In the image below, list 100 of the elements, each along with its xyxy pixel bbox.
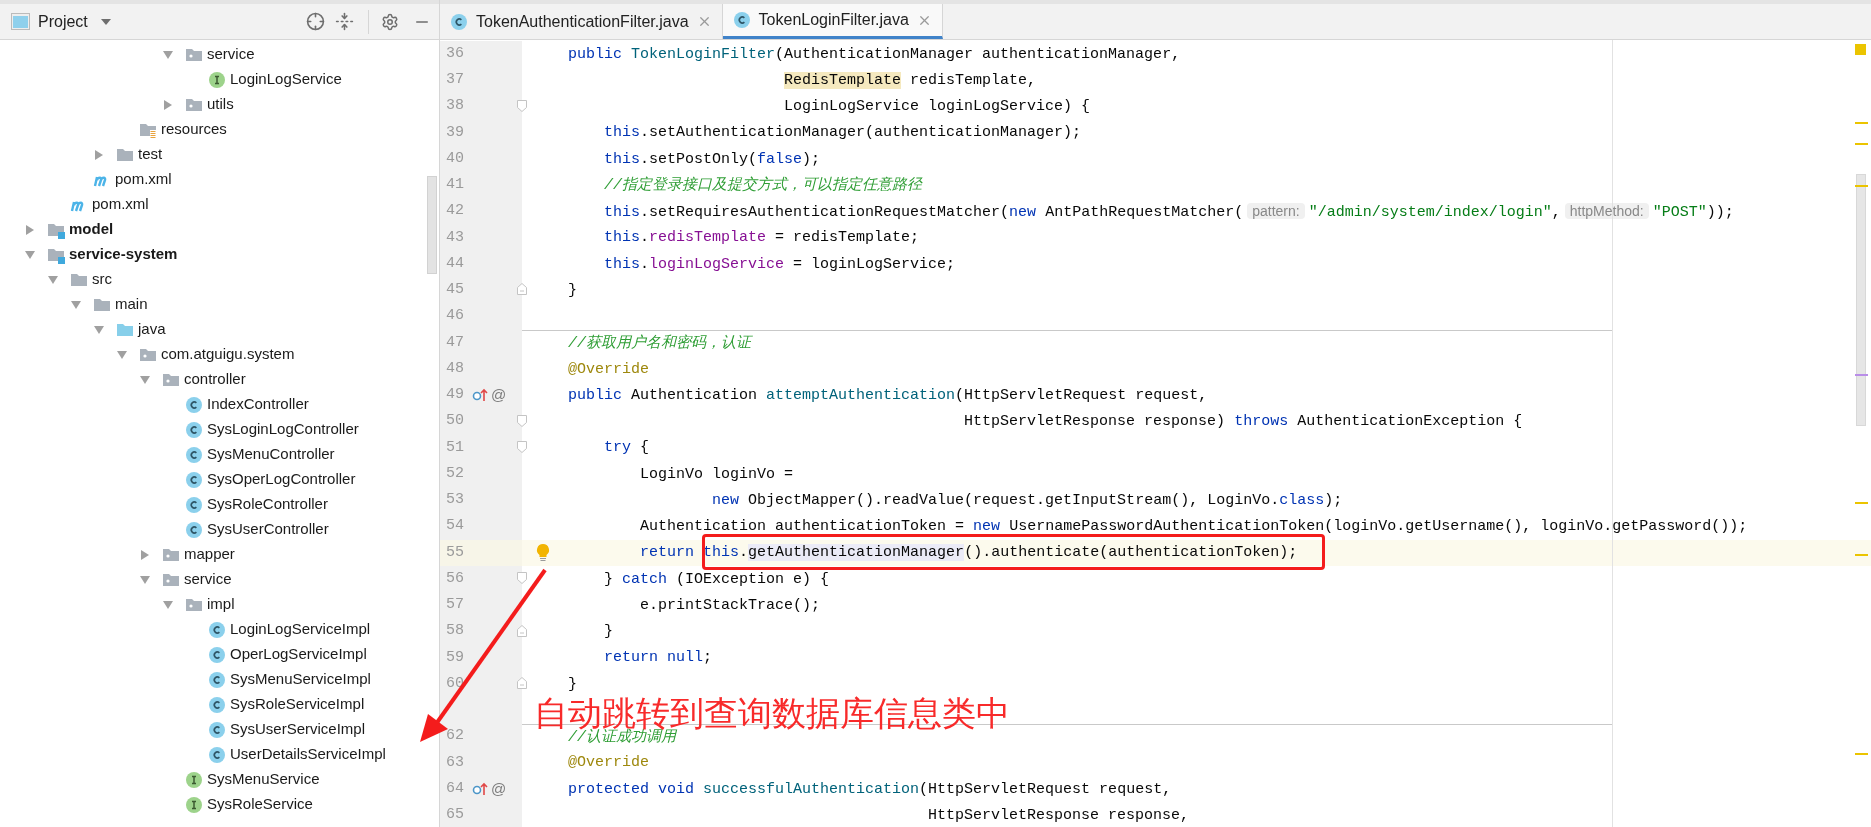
code-line: try {: [603, 440, 650, 456]
line-number: 65: [446, 805, 464, 826]
tree-item-label[interactable]: pom.xml: [92, 193, 149, 216]
line-number: 58: [446, 621, 464, 642]
tree-item-label[interactable]: LoginLogServiceImpl: [230, 618, 371, 641]
code-line: this.redisTemplate = redisTemplate;: [603, 230, 920, 246]
tree-item-label[interactable]: LoginLogService: [230, 68, 342, 91]
tree-item-label[interactable]: OperLogServiceImpl: [230, 643, 367, 666]
fold-marker-icon[interactable]: [517, 414, 527, 427]
line-number: 38: [446, 96, 464, 117]
tree-item-label[interactable]: test: [138, 143, 163, 166]
expanded-arrow-icon[interactable]: [70, 298, 82, 311]
code-line: HttpServletResponse response,: [927, 807, 1190, 823]
locate-icon[interactable]: [306, 12, 325, 31]
tree-item-label[interactable]: java: [138, 318, 166, 341]
fold-marker-icon[interactable]: [517, 572, 527, 584]
expanded-arrow-icon[interactable]: [139, 373, 151, 386]
line-number: 46: [446, 306, 464, 327]
line-number: 37: [446, 70, 464, 91]
collapsed-arrow-icon[interactable]: [93, 148, 105, 161]
expanded-arrow-icon[interactable]: [116, 348, 128, 361]
collapsed-arrow-icon[interactable]: [139, 548, 151, 561]
fold-marker-icon[interactable]: [517, 440, 527, 453]
line-number: 54: [446, 516, 464, 537]
expanded-arrow-icon[interactable]: [24, 248, 36, 261]
code-line: Authentication authenticationToken = new UsernamePasswordAuthenticationToken(loginVo.getUsername(), loginVo.getPassword());: [639, 519, 1748, 535]
fold-marker-icon[interactable]: [517, 99, 527, 112]
annotation-text: 自动跳转到查询数据库信息类中: [534, 696, 1010, 730]
line-number: 43: [446, 227, 464, 248]
line-number: 51: [446, 437, 464, 458]
tree-item-label[interactable]: src: [92, 268, 112, 291]
code-line: LoginVo loginVo =: [639, 466, 794, 482]
fold-marker-icon[interactable]: [517, 677, 527, 689]
tree-item-label[interactable]: impl: [207, 593, 235, 616]
class-icon: [185, 445, 203, 464]
annotation-marker[interactable]: @: [491, 777, 507, 801]
tree-item-label[interactable]: utils: [207, 93, 234, 116]
line-number: 48: [446, 358, 464, 379]
class-icon: [732, 11, 751, 29]
parameter-hint: httpMethod:: [1564, 202, 1649, 219]
code-line: new ObjectMapper().readValue(request.getInputStream(), LoginVo.class);: [711, 492, 1343, 508]
class-icon: [450, 12, 468, 31]
tree-item-label[interactable]: SysLoginLogController: [207, 418, 359, 441]
window-icon: [11, 13, 30, 30]
class-icon: [185, 470, 203, 489]
editor-tab[interactable]: TokenLoginFilter.java: [722, 4, 943, 39]
fold-marker-icon[interactable]: [517, 283, 527, 296]
expanded-arrow-icon[interactable]: [47, 273, 59, 286]
overrides-icon[interactable]: [472, 387, 488, 404]
dropdown-caret-icon[interactable]: [99, 17, 112, 26]
lightbulb-icon[interactable]: [535, 542, 551, 563]
fold-marker-icon[interactable]: [517, 624, 527, 637]
tree-item-label[interactable]: SysOperLogController: [207, 468, 356, 491]
line-number: 57: [446, 595, 464, 616]
tree-item-label[interactable]: service-system: [69, 243, 178, 266]
tree-item-label[interactable]: resources: [161, 118, 227, 141]
tree-item-label[interactable]: pom.xml: [115, 168, 172, 191]
editor-tab[interactable]: TokenAuthenticationFilter.java: [440, 4, 723, 39]
code-line: HttpServletResponse response) throws AuthenticationException {: [963, 414, 1523, 430]
tree-item-label[interactable]: SysMenuService: [207, 768, 320, 791]
line-number: 47: [446, 332, 464, 353]
tree-item-label[interactable]: SysUserServiceImpl: [230, 718, 366, 741]
tree-item-label[interactable]: SysRoleController: [207, 493, 328, 516]
line-number: 56: [446, 568, 464, 589]
tree-item-label[interactable]: controller: [184, 368, 246, 391]
tree-item-label[interactable]: com.atguigu.system: [161, 343, 295, 366]
tree-item-label[interactable]: SysUserController: [207, 518, 329, 541]
line-number: 63: [446, 752, 464, 773]
code-line: LoginLogService loginLogService) {: [783, 99, 1091, 115]
interface-icon: [185, 770, 203, 789]
settings-icon[interactable]: [381, 12, 399, 31]
code-line: }: [603, 624, 614, 640]
tree-item-label[interactable]: IndexController: [207, 393, 309, 416]
line-number: 53: [446, 490, 464, 511]
tree-item-label[interactable]: model: [69, 218, 114, 241]
collapse-all-icon[interactable]: [335, 12, 354, 31]
tree-item-label[interactable]: service: [207, 43, 255, 66]
class-icon: [208, 620, 226, 639]
collapsed-arrow-icon[interactable]: [162, 98, 174, 111]
tree-item-label[interactable]: UserDetailsServiceImpl: [230, 743, 386, 766]
expanded-arrow-icon[interactable]: [162, 48, 174, 61]
line-number: 36: [446, 43, 464, 64]
code-line: return null;: [603, 650, 713, 666]
tree-item-label[interactable]: SysMenuController: [207, 443, 335, 466]
tree-item-label[interactable]: mapper: [184, 543, 235, 566]
overrides-icon[interactable]: [472, 781, 488, 798]
tree-item-label[interactable]: SysMenuServiceImpl: [230, 668, 371, 691]
tree-item-label[interactable]: SysRoleService: [207, 793, 313, 816]
tree-item-label[interactable]: service: [184, 568, 232, 591]
scrollbar-thumb[interactable]: [1856, 174, 1866, 426]
panel-title[interactable]: Project: [38, 9, 88, 34]
expanded-arrow-icon[interactable]: [93, 323, 105, 336]
class-icon: [208, 745, 226, 764]
scrollbar-thumb[interactable]: [427, 176, 437, 274]
tree-item-label[interactable]: SysRoleServiceImpl: [230, 693, 365, 716]
tree-item-label[interactable]: main: [115, 293, 148, 316]
collapsed-arrow-icon[interactable]: [24, 223, 36, 236]
expanded-arrow-icon[interactable]: [162, 598, 174, 611]
expanded-arrow-icon[interactable]: [139, 573, 151, 586]
annotation-marker[interactable]: @: [491, 384, 507, 407]
